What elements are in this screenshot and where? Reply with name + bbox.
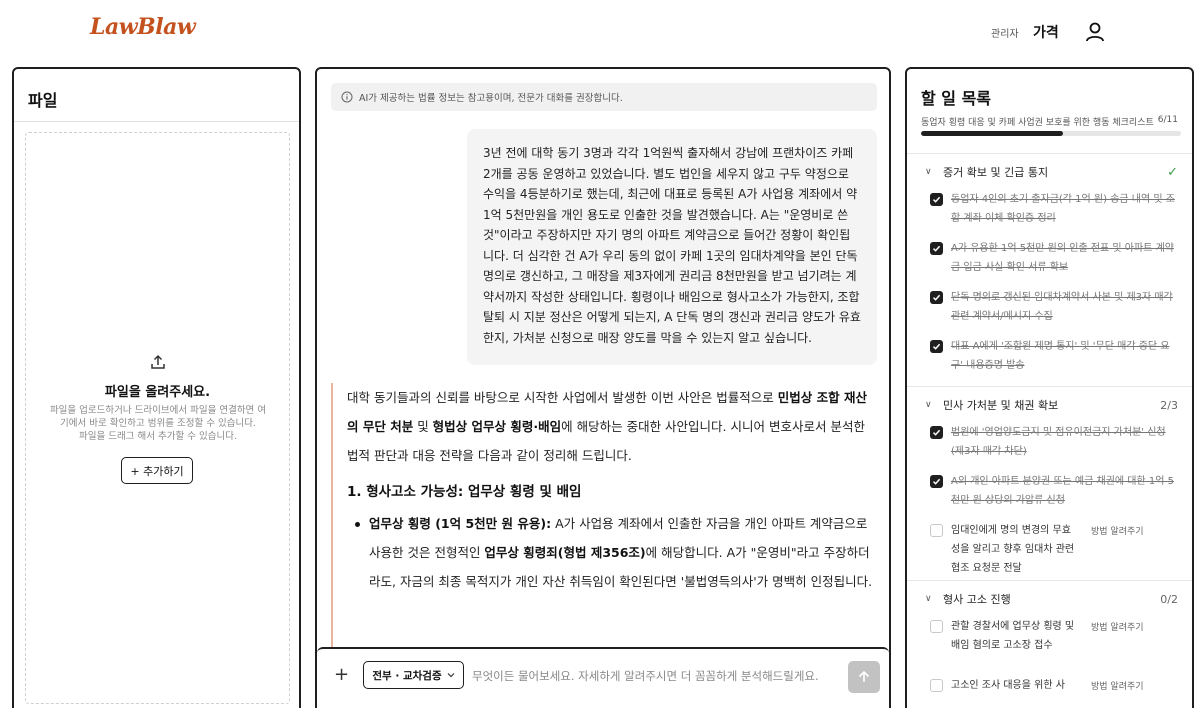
top-header: LawBlaw 관리자 가격 xyxy=(0,0,1200,64)
todo-item-text: 관할 경찰서에 업무상 횡령 및 배임 혐의로 고소장 접수 xyxy=(951,621,1075,651)
todo-checkbox[interactable] xyxy=(930,524,943,537)
chevron-down-icon: ∨ xyxy=(925,594,932,604)
todo-section-header[interactable]: ∨ 민사 가처분 및 채권 확보 2/3 xyxy=(907,387,1192,423)
disclaimer-notice: AI가 제공하는 법률 정보는 참고용이며, 전문가 대화를 권장합니다. xyxy=(331,83,877,111)
send-button[interactable] xyxy=(848,661,880,693)
chat-panel: AI가 제공하는 법률 정보는 참고용이며, 전문가 대화를 권장합니다. 3년… xyxy=(315,67,891,708)
todo-item: A가 유용한 1억 5천만 원의 인출 전표 및 아파트 계약금 입금 사실 확… xyxy=(907,239,1192,288)
admin-link[interactable]: 관리자 xyxy=(991,25,1019,40)
todo-checkbox[interactable] xyxy=(930,426,943,439)
todo-section-count: 2/3 xyxy=(1160,398,1178,412)
info-icon xyxy=(341,91,353,103)
chevron-down-icon xyxy=(447,673,455,678)
todo-section-title: 형사 고소 진행 xyxy=(943,593,1011,606)
todo-checkbox[interactable] xyxy=(930,291,943,304)
todo-list: ∨ 증거 확보 및 긴급 통지 ✓ 동업자 4인의 초기 출자금(각 1억 원) 송금… xyxy=(907,153,1192,708)
ai-bullet-item: 업무상 횡령 (1억 5천만 원 유용): A가 사업용 계좌에서 인출한 자금… xyxy=(347,509,877,596)
text-run: 대학 동기들과의 신뢰를 바탕으로 시작한 사업에서 발생한 이번 사안은 법률… xyxy=(347,390,778,405)
chevron-down-icon: ∨ xyxy=(925,400,932,410)
how-to-link[interactable]: 방법 알려주기 xyxy=(1091,524,1144,537)
upload-icon xyxy=(149,353,167,371)
ai-heading: 1. 형사고소 가능성: 업무상 횡령 및 배임 xyxy=(347,484,582,500)
todo-checkbox[interactable] xyxy=(930,620,943,633)
files-panel: 파일 파일을 올려주세요. 파일을 업로드하거나 드라이브에서 파일을 연결하면… xyxy=(12,67,301,708)
bold-term: 업무상 횡령 (1억 5천만 원 유용): xyxy=(369,516,552,531)
mode-select[interactable]: 전부 · 교차검증 xyxy=(363,661,464,689)
user-icon[interactable] xyxy=(1084,20,1106,44)
ai-response: 대학 동기들과의 신뢰를 바탕으로 시작한 사업에서 발생한 이번 사안은 법률… xyxy=(331,383,877,663)
ai-paragraph: 대학 동기들과의 신뢰를 바탕으로 시작한 사업에서 발생한 이번 사안은 법률… xyxy=(347,383,877,470)
todo-checkbox[interactable] xyxy=(930,475,943,488)
user-message: 3년 전에 대학 동기 3명과 각각 1억원씩 출자해서 강남에 프랜차이즈 카… xyxy=(467,129,877,365)
todo-progress-bar xyxy=(921,131,1181,136)
todo-checkbox[interactable] xyxy=(930,340,943,353)
todo-item: 단독 명의로 갱신된 임대차계약서 사본 및 제3자 매각 관련 계약서/메시지… xyxy=(907,288,1192,337)
bold-term: 업무상 횡령죄(형법 제356조) xyxy=(484,545,646,560)
todo-item-text: 단독 명의로 갱신된 임대차계약서 사본 및 제3자 매각 관련 계약서/메시지… xyxy=(951,292,1173,322)
logo[interactable]: LawBlaw xyxy=(90,14,196,40)
todo-section-count: 0/2 xyxy=(1160,592,1178,606)
todo-item: 동업자 4인의 초기 출자금(각 1억 원) 송금 내역 및 조합 계좌 이체 … xyxy=(907,190,1192,239)
file-dropzone[interactable]: 파일을 올려주세요. 파일을 업로드하거나 드라이브에서 파일을 연결하면 여 … xyxy=(25,132,290,704)
bold-term: 형법상 업무상 횡령·배임 xyxy=(432,419,562,434)
dropzone-desc-line: 기에서 바로 확인하고 범위를 조정할 수 있습니다. xyxy=(60,418,256,429)
dropzone-title: 파일을 올려주세요. xyxy=(104,385,211,400)
todo-item-text: 고소인 조사 대응을 위한 사 xyxy=(951,680,1065,691)
text-run: 및 xyxy=(413,419,433,434)
chevron-down-icon: ∨ xyxy=(925,167,932,177)
todo-checkbox[interactable] xyxy=(930,193,943,206)
todo-section: ∨ 형사 고소 진행 0/2 관할 경찰서에 업무상 횡령 및 배임 혐의로 고소장 … xyxy=(907,580,1192,708)
todo-panel: 할 일 목록 동업자 횡령 대응 및 카페 사업권 보호를 위한 행동 체크리스… xyxy=(905,67,1194,708)
add-file-button[interactable]: + 추가하기 xyxy=(121,457,193,484)
todo-item: 고소인 조사 대응을 위한 사 방법 알려주기 xyxy=(907,676,1192,708)
todo-section: ∨ 증거 확보 및 긴급 통지 ✓ 동업자 4인의 초기 출자금(각 1억 원) 송금… xyxy=(907,153,1192,386)
todo-item: 임대인에게 명의 변경의 무효성을 알리고 향후 임대차 관련 협조 요청문 전… xyxy=(907,521,1192,580)
chat-input[interactable] xyxy=(472,663,844,689)
check-icon: ✓ xyxy=(1167,164,1178,180)
todo-section-title: 민사 가처분 및 채권 확보 xyxy=(943,399,1059,412)
progress-fill xyxy=(921,131,1063,136)
todo-checkbox[interactable] xyxy=(930,242,943,255)
chat-input-bar: + 전부 · 교차검증 xyxy=(317,647,889,703)
how-to-link[interactable]: 방법 알려주기 xyxy=(1091,620,1144,633)
todo-item: 대표 A에게 '조합원 제명 통지' 및 '무단 매각 중단 요구' 내용증명 … xyxy=(907,337,1192,386)
arrow-up-icon xyxy=(858,670,870,682)
todo-item-text: 동업자 4인의 초기 출자금(각 1억 원) 송금 내역 및 조합 계좌 이체 … xyxy=(951,194,1175,224)
todo-section-title: 증거 확보 및 긴급 통지 xyxy=(943,166,1049,179)
ai-bullet-list: 업무상 횡령 (1억 5천만 원 유용): A가 사업용 계좌에서 인출한 자금… xyxy=(347,509,877,596)
todo-item-text: 임대인에게 명의 변경의 무효성을 알리고 향후 임대차 관련 협조 요청문 전… xyxy=(951,525,1075,574)
todo-item: A의 개인 아파트 분양권 또는 예금 채권에 대한 1억 5천만 원 상당의 … xyxy=(907,472,1192,521)
todo-section: ∨ 민사 가처분 및 채권 확보 2/3 법원에 '영업양도금지 및 점유이전금지 가… xyxy=(907,386,1192,580)
mode-select-label: 전부 · 교차검증 xyxy=(372,669,442,682)
todo-item: 법원에 '영업양도금지 및 점유이전금지 가처분' 신청 (제3자 매각 차단) xyxy=(907,423,1192,472)
price-link[interactable]: 가격 xyxy=(1033,22,1059,42)
dropzone-description: 파일을 업로드하거나 드라이브에서 파일을 연결하면 여 기에서 바로 확인하고… xyxy=(40,404,276,443)
notice-text: AI가 제공하는 법률 정보는 참고용이며, 전문가 대화를 권장합니다. xyxy=(359,93,623,104)
todo-section-header[interactable]: ∨ 형사 고소 진행 0/2 xyxy=(907,581,1192,617)
todo-title: 할 일 목록 xyxy=(921,89,992,108)
todo-item: 관할 경찰서에 업무상 횡령 및 배임 혐의로 고소장 접수 방법 알려주기 xyxy=(907,617,1192,676)
todo-item-text: A가 유용한 1억 5천만 원의 인출 전표 및 아파트 계약금 입금 사실 확… xyxy=(951,243,1174,273)
todo-checkbox[interactable] xyxy=(930,679,943,692)
how-to-link[interactable]: 방법 알려주기 xyxy=(1091,679,1144,692)
todo-section-header[interactable]: ∨ 증거 확보 및 긴급 통지 ✓ xyxy=(907,154,1192,190)
files-title: 파일 xyxy=(28,91,58,110)
attach-plus-icon[interactable]: + xyxy=(334,665,349,685)
dropzone-desc-line: 파일을 드래그 해서 추가할 수 있습니다. xyxy=(79,431,237,442)
todo-item-text: A의 개인 아파트 분양권 또는 예금 채권에 대한 1억 5천만 원 상당의 … xyxy=(951,476,1174,506)
todo-item-text: 대표 A에게 '조합원 제명 통지' 및 '무단 매각 중단 요구' 내용증명 … xyxy=(951,341,1170,371)
divider xyxy=(14,121,299,122)
todo-item-text: 법원에 '영업양도금지 및 점유이전금지 가처분' 신청 (제3자 매각 차단) xyxy=(951,427,1166,457)
dropzone-desc-line: 파일을 업로드하거나 드라이브에서 파일을 연결하면 여 xyxy=(49,405,267,416)
todo-progress-count: 6/11 xyxy=(1157,115,1178,125)
todo-subtitle: 동업자 횡령 대응 및 카페 사업권 보호를 위한 행동 체크리스트 xyxy=(921,118,1154,128)
